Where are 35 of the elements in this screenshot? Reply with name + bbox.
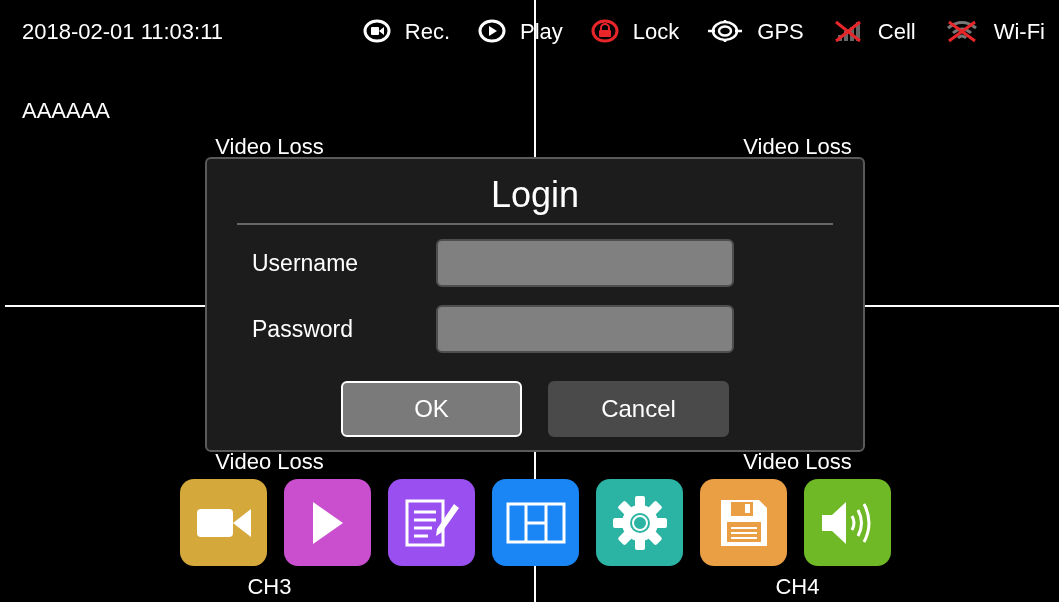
dialog-button[interactable]: OK	[341, 381, 522, 437]
play-icon	[478, 19, 507, 43]
status-label: Rec.	[404, 17, 451, 46]
channel-title: AAAAAA	[22, 96, 111, 125]
camera-icon	[362, 19, 391, 43]
dock-button[interactable]	[492, 479, 579, 566]
video-loss-message: Video Loss	[743, 448, 852, 476]
status-label: Wi-Fi	[993, 17, 1045, 46]
input-field[interactable]	[436, 305, 734, 353]
dock-button[interactable]	[596, 479, 683, 566]
dialog-button[interactable]: Cancel	[548, 381, 729, 437]
status-label: GPS	[757, 17, 804, 46]
dock-button[interactable]	[804, 479, 891, 566]
grid-layout-icon	[505, 501, 566, 544]
input-field[interactable]	[436, 239, 734, 287]
video-loss-message: Video Loss	[215, 133, 324, 161]
status-label: Lock	[632, 17, 680, 46]
field-label: Username	[251, 248, 360, 278]
channel-label: CH3	[247, 573, 292, 601]
dock-button[interactable]	[700, 479, 787, 566]
lock-icon	[590, 19, 619, 43]
settings-icon	[611, 494, 668, 551]
dock-button[interactable]	[284, 479, 371, 566]
date-time: 2018-02-01 11:03:11	[22, 17, 224, 46]
video-loss-message: Video Loss	[743, 133, 852, 161]
play-icon	[310, 499, 345, 546]
status-label: Cell	[877, 17, 916, 46]
dialog-title: Login	[490, 173, 580, 217]
document-edit-icon	[403, 497, 460, 548]
dock-button[interactable]	[388, 479, 475, 566]
field-label: Password	[251, 314, 354, 344]
dock-button[interactable]	[180, 479, 267, 566]
video-loss-message: Video Loss	[215, 448, 324, 476]
channel-label: CH4	[775, 573, 820, 601]
target-icon	[707, 19, 744, 43]
